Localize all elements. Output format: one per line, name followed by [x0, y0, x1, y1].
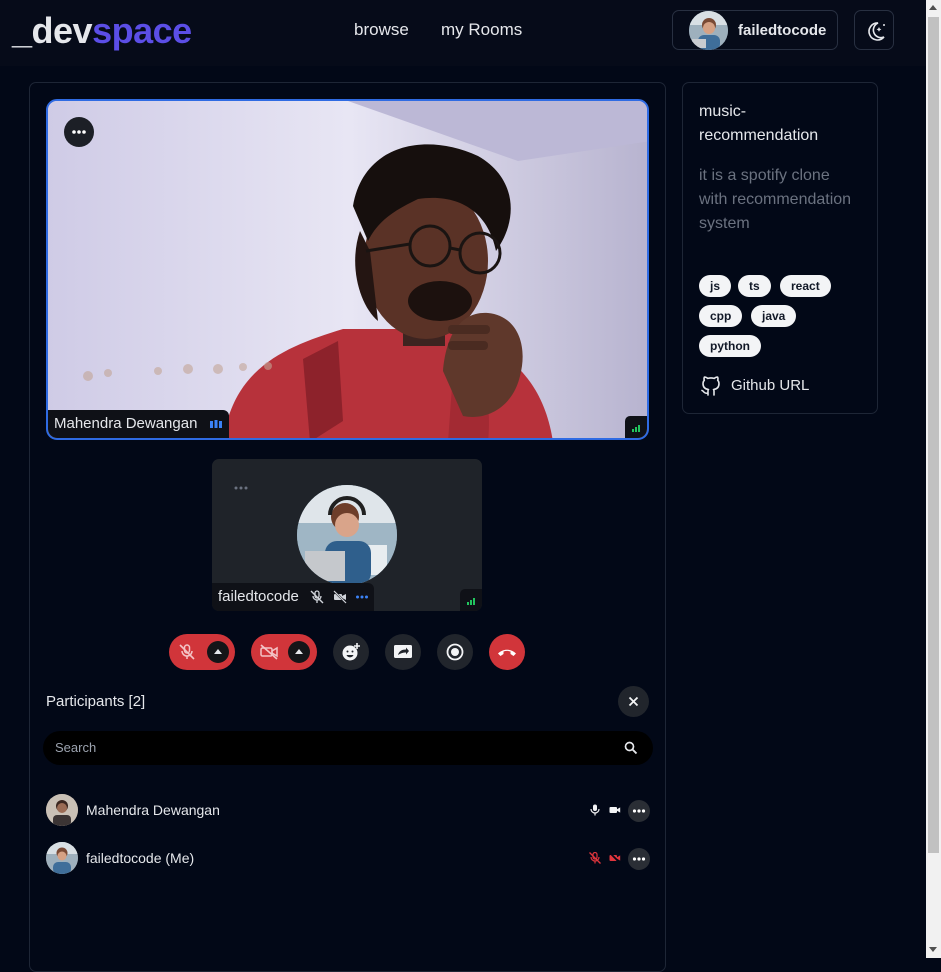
- participant-row[interactable]: Mahendra Dewangan: [46, 794, 650, 826]
- user-avatar: [689, 11, 728, 50]
- record-icon: [446, 643, 464, 661]
- camera-off-icon: [260, 644, 278, 660]
- self-network-quality-indicator: [460, 589, 482, 611]
- self-video-tile[interactable]: failedtocode: [212, 459, 482, 611]
- chevron-up-icon: [295, 649, 303, 654]
- participant-name: Mahendra Dewangan: [86, 802, 220, 818]
- nav-browse-link[interactable]: browse: [354, 20, 409, 40]
- participant-name: failedtocode (Me): [86, 850, 195, 866]
- mic-options-button[interactable]: [207, 641, 229, 663]
- self-avatar: [297, 485, 397, 585]
- self-name: failedtocode: [218, 588, 299, 605]
- more-horizontal-icon: [632, 857, 646, 861]
- camera-options-button[interactable]: [288, 641, 310, 663]
- participants-title: Participants [2]: [46, 693, 146, 710]
- moon-stars-icon: [868, 22, 885, 41]
- participant-video: [48, 101, 647, 438]
- github-link[interactable]: Github URL: [699, 373, 859, 399]
- scroll-down-arrow[interactable]: [929, 947, 937, 952]
- tag-chip[interactable]: ts: [738, 275, 771, 297]
- github-link-label: Github URL: [731, 377, 810, 394]
- user-menu-button[interactable]: failedtocode: [672, 10, 838, 50]
- username-label: failedtocode: [738, 22, 827, 39]
- record-button[interactable]: [437, 634, 473, 670]
- search-icon: [624, 741, 638, 755]
- signal-bars-icon: [632, 425, 640, 432]
- nav-my-rooms-link[interactable]: my Rooms: [441, 20, 522, 40]
- reactions-button[interactable]: [333, 634, 369, 670]
- leave-call-button[interactable]: [489, 634, 525, 670]
- tag-chip[interactable]: js: [699, 275, 732, 297]
- room-info-panel: music-recommendation it is a spotify clo…: [682, 82, 878, 414]
- tag-chip[interactable]: java: [751, 305, 797, 327]
- room-title: music-recommendation: [699, 103, 819, 144]
- scroll-up-arrow[interactable]: [929, 5, 937, 10]
- top-bar: _devspace browse my Rooms failedtocode: [0, 0, 926, 66]
- camera-off-icon: [609, 852, 621, 864]
- tag-chip[interactable]: cpp: [699, 305, 743, 327]
- close-participants-button[interactable]: [618, 686, 649, 717]
- github-icon: [701, 376, 720, 396]
- close-icon: [628, 696, 639, 707]
- search-placeholder: Search: [55, 740, 97, 755]
- self-name-tag: failedtocode: [212, 583, 374, 611]
- theme-toggle-button[interactable]: [854, 10, 894, 50]
- more-horizontal-icon: [632, 809, 646, 813]
- participant-more-button[interactable]: [628, 848, 650, 870]
- mic-off-icon: [179, 644, 195, 660]
- room-description: it is a spotify clone with recommendatio…: [699, 167, 852, 232]
- participant-search-input[interactable]: Search: [43, 731, 653, 765]
- screen-share-button[interactable]: [385, 634, 421, 670]
- participant-avatar: [46, 794, 78, 826]
- logo-prefix: _dev: [12, 10, 93, 51]
- participant-row[interactable]: failedtocode (Me): [46, 842, 650, 874]
- participant-more-button[interactable]: [628, 800, 650, 822]
- page-scrollbar[interactable]: [926, 0, 941, 958]
- main-video-tile[interactable]: Mahendra Dewangan: [46, 99, 649, 440]
- logo-suffix: space: [92, 10, 192, 51]
- more-horizontal-icon: [72, 130, 86, 134]
- scrollbar-thumb[interactable]: [928, 17, 939, 853]
- camera-toggle-button[interactable]: [251, 634, 317, 670]
- network-quality-indicator: [625, 416, 647, 438]
- participant-avatar: [46, 842, 78, 874]
- logo[interactable]: _devspace: [12, 10, 192, 52]
- screen-share-icon: [394, 645, 412, 658]
- signal-bars-icon: [467, 598, 475, 605]
- camera-off-icon: [333, 590, 347, 604]
- tag-chip[interactable]: react: [780, 275, 831, 297]
- emoji-add-icon: [342, 643, 360, 661]
- more-horizontal-icon[interactable]: [355, 590, 369, 604]
- mic-off-icon: [589, 852, 601, 864]
- mic-icon: [590, 804, 600, 816]
- camera-icon: [609, 807, 621, 813]
- tag-chip[interactable]: python: [699, 335, 761, 357]
- mic-off-icon: [310, 590, 324, 604]
- more-horizontal-icon[interactable]: [232, 483, 252, 493]
- speaking-indicator-icon: [210, 420, 223, 428]
- participant-name-tag: Mahendra Dewangan: [48, 410, 230, 438]
- mic-toggle-button[interactable]: [169, 634, 235, 670]
- chevron-up-icon: [214, 649, 222, 654]
- tile-options-button[interactable]: [64, 117, 94, 147]
- hang-up-icon: [498, 649, 516, 656]
- participant-name: Mahendra Dewangan: [54, 415, 198, 432]
